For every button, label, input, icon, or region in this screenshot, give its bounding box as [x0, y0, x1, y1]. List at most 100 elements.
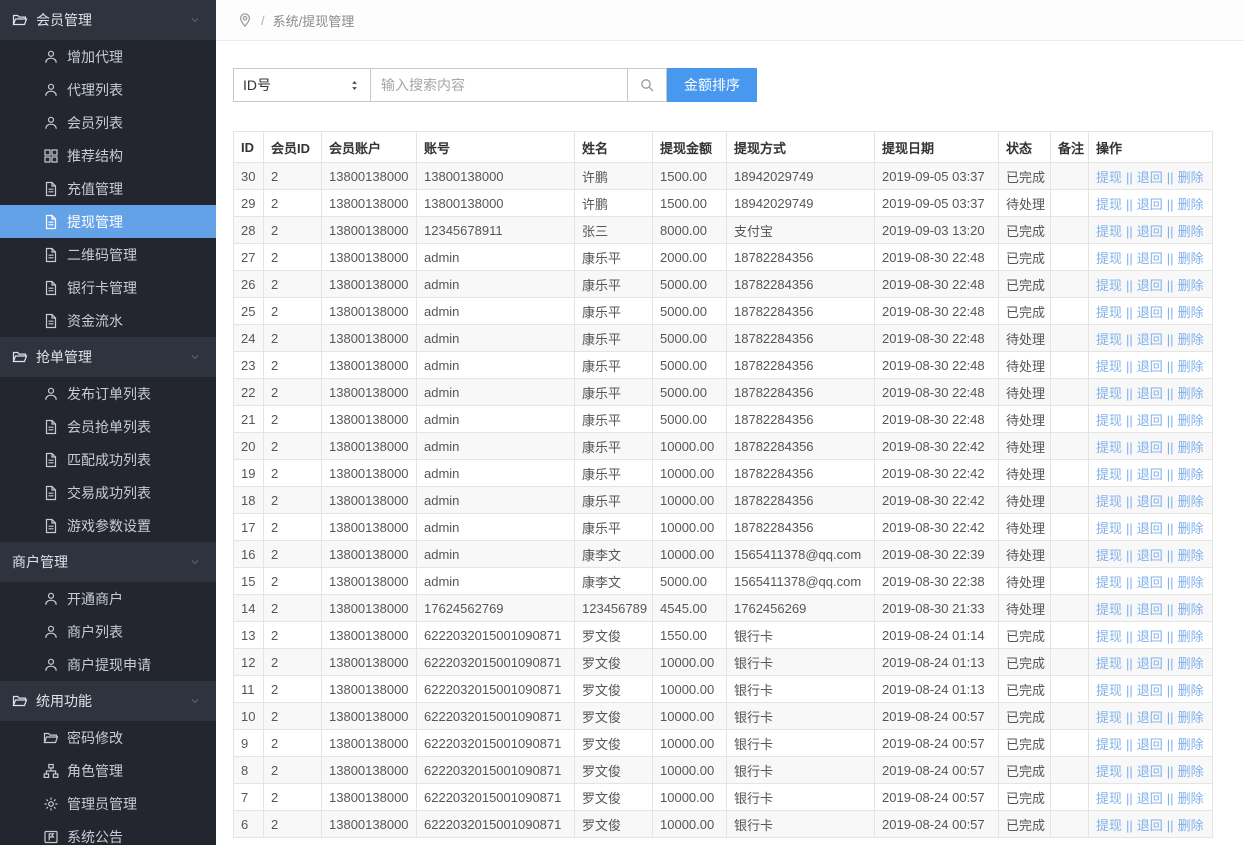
op-withdraw-link[interactable]: 提现: [1096, 656, 1122, 671]
op-return-link[interactable]: 退回: [1137, 548, 1163, 563]
sidebar-item-referral-structure[interactable]: 推荐结构: [0, 139, 216, 172]
op-withdraw-link[interactable]: 提现: [1096, 602, 1122, 617]
sidebar-header-merchant-management[interactable]: 商户管理: [0, 542, 216, 582]
op-delete-link[interactable]: 删除: [1178, 386, 1204, 401]
op-withdraw-link[interactable]: 提现: [1096, 386, 1122, 401]
op-delete-link[interactable]: 删除: [1178, 737, 1204, 752]
op-delete-link[interactable]: 删除: [1178, 170, 1204, 185]
op-return-link[interactable]: 退回: [1137, 359, 1163, 374]
op-return-link[interactable]: 退回: [1137, 683, 1163, 698]
op-return-link[interactable]: 退回: [1137, 818, 1163, 833]
sidebar-item-qrcode-management[interactable]: 二维码管理: [0, 238, 216, 271]
sidebar-header-general-functions[interactable]: 统用功能: [0, 681, 216, 721]
op-withdraw-link[interactable]: 提现: [1096, 791, 1122, 806]
sidebar-item-open-merchant[interactable]: 开通商户: [0, 582, 216, 615]
search-input[interactable]: [371, 68, 628, 102]
op-delete-link[interactable]: 删除: [1178, 440, 1204, 455]
sidebar-item-add-agent[interactable]: 增加代理: [0, 40, 216, 73]
op-withdraw-link[interactable]: 提现: [1096, 575, 1122, 590]
op-delete-link[interactable]: 删除: [1178, 224, 1204, 239]
op-withdraw-link[interactable]: 提现: [1096, 467, 1122, 482]
sidebar-item-system-announcement[interactable]: 系统公告: [0, 820, 216, 845]
op-return-link[interactable]: 退回: [1137, 521, 1163, 536]
op-return-link[interactable]: 退回: [1137, 413, 1163, 428]
op-return-link[interactable]: 退回: [1137, 764, 1163, 779]
sidebar-header-member-management[interactable]: 会员管理: [0, 0, 216, 40]
sidebar-item-recharge-management[interactable]: 充值管理: [0, 172, 216, 205]
sidebar-item-trade-success-list[interactable]: 交易成功列表: [0, 476, 216, 509]
op-withdraw-link[interactable]: 提现: [1096, 305, 1122, 320]
op-return-link[interactable]: 退回: [1137, 278, 1163, 293]
op-return-link[interactable]: 退回: [1137, 467, 1163, 482]
op-withdraw-link[interactable]: 提现: [1096, 197, 1122, 212]
op-return-link[interactable]: 退回: [1137, 305, 1163, 320]
op-return-link[interactable]: 退回: [1137, 197, 1163, 212]
op-withdraw-link[interactable]: 提现: [1096, 548, 1122, 563]
sidebar-item-member-grab-list[interactable]: 会员抢单列表: [0, 410, 216, 443]
op-delete-link[interactable]: 删除: [1178, 251, 1204, 266]
sidebar-item-fund-flow[interactable]: 资金流水: [0, 304, 216, 337]
op-delete-link[interactable]: 删除: [1178, 548, 1204, 563]
op-delete-link[interactable]: 删除: [1178, 683, 1204, 698]
op-return-link[interactable]: 退回: [1137, 710, 1163, 725]
op-return-link[interactable]: 退回: [1137, 494, 1163, 509]
op-withdraw-link[interactable]: 提现: [1096, 521, 1122, 536]
sidebar-item-publish-order-list[interactable]: 发布订单列表: [0, 377, 216, 410]
sidebar-item-withdraw-management[interactable]: 提现管理: [0, 205, 216, 238]
op-return-link[interactable]: 退回: [1137, 170, 1163, 185]
op-withdraw-link[interactable]: 提现: [1096, 278, 1122, 293]
op-delete-link[interactable]: 删除: [1178, 278, 1204, 293]
op-delete-link[interactable]: 删除: [1178, 332, 1204, 347]
op-delete-link[interactable]: 删除: [1178, 629, 1204, 644]
sidebar-item-merchant-withdraw-apply[interactable]: 商户提现申请: [0, 648, 216, 681]
sidebar-item-game-param-settings[interactable]: 游戏参数设置: [0, 509, 216, 542]
op-return-link[interactable]: 退回: [1137, 575, 1163, 590]
sidebar-item-member-list[interactable]: 会员列表: [0, 106, 216, 139]
op-delete-link[interactable]: 删除: [1178, 359, 1204, 374]
op-delete-link[interactable]: 删除: [1178, 602, 1204, 617]
op-delete-link[interactable]: 删除: [1178, 521, 1204, 536]
op-return-link[interactable]: 退回: [1137, 602, 1163, 617]
sidebar-header-order-grab-management[interactable]: 抢单管理: [0, 337, 216, 377]
sidebar-item-password-change[interactable]: 密码修改: [0, 721, 216, 754]
op-withdraw-link[interactable]: 提现: [1096, 494, 1122, 509]
op-withdraw-link[interactable]: 提现: [1096, 359, 1122, 374]
op-withdraw-link[interactable]: 提现: [1096, 683, 1122, 698]
op-delete-link[interactable]: 删除: [1178, 818, 1204, 833]
sidebar-item-merchant-list[interactable]: 商户列表: [0, 615, 216, 648]
search-button[interactable]: [628, 68, 667, 102]
op-withdraw-link[interactable]: 提现: [1096, 737, 1122, 752]
op-delete-link[interactable]: 删除: [1178, 413, 1204, 428]
op-delete-link[interactable]: 删除: [1178, 494, 1204, 509]
op-withdraw-link[interactable]: 提现: [1096, 764, 1122, 779]
op-return-link[interactable]: 退回: [1137, 251, 1163, 266]
sidebar-item-bank-card-management[interactable]: 银行卡管理: [0, 271, 216, 304]
op-return-link[interactable]: 退回: [1137, 224, 1163, 239]
op-delete-link[interactable]: 删除: [1178, 710, 1204, 725]
op-return-link[interactable]: 退回: [1137, 791, 1163, 806]
sidebar-item-agent-list[interactable]: 代理列表: [0, 73, 216, 106]
op-return-link[interactable]: 退回: [1137, 737, 1163, 752]
op-delete-link[interactable]: 删除: [1178, 305, 1204, 320]
op-withdraw-link[interactable]: 提现: [1096, 440, 1122, 455]
op-withdraw-link[interactable]: 提现: [1096, 710, 1122, 725]
op-return-link[interactable]: 退回: [1137, 440, 1163, 455]
sidebar-item-role-management[interactable]: 角色管理: [0, 754, 216, 787]
op-withdraw-link[interactable]: 提现: [1096, 413, 1122, 428]
op-delete-link[interactable]: 删除: [1178, 791, 1204, 806]
op-return-link[interactable]: 退回: [1137, 332, 1163, 347]
op-return-link[interactable]: 退回: [1137, 656, 1163, 671]
op-return-link[interactable]: 退回: [1137, 386, 1163, 401]
op-delete-link[interactable]: 删除: [1178, 467, 1204, 482]
op-withdraw-link[interactable]: 提现: [1096, 224, 1122, 239]
op-return-link[interactable]: 退回: [1137, 629, 1163, 644]
op-withdraw-link[interactable]: 提现: [1096, 818, 1122, 833]
sort-by-amount-button[interactable]: 金额排序: [667, 68, 757, 102]
op-withdraw-link[interactable]: 提现: [1096, 332, 1122, 347]
search-type-select[interactable]: ID号: [233, 68, 371, 102]
op-delete-link[interactable]: 删除: [1178, 197, 1204, 212]
op-delete-link[interactable]: 删除: [1178, 575, 1204, 590]
op-delete-link[interactable]: 删除: [1178, 656, 1204, 671]
sidebar-item-admin-management[interactable]: 管理员管理: [0, 787, 216, 820]
op-withdraw-link[interactable]: 提现: [1096, 170, 1122, 185]
